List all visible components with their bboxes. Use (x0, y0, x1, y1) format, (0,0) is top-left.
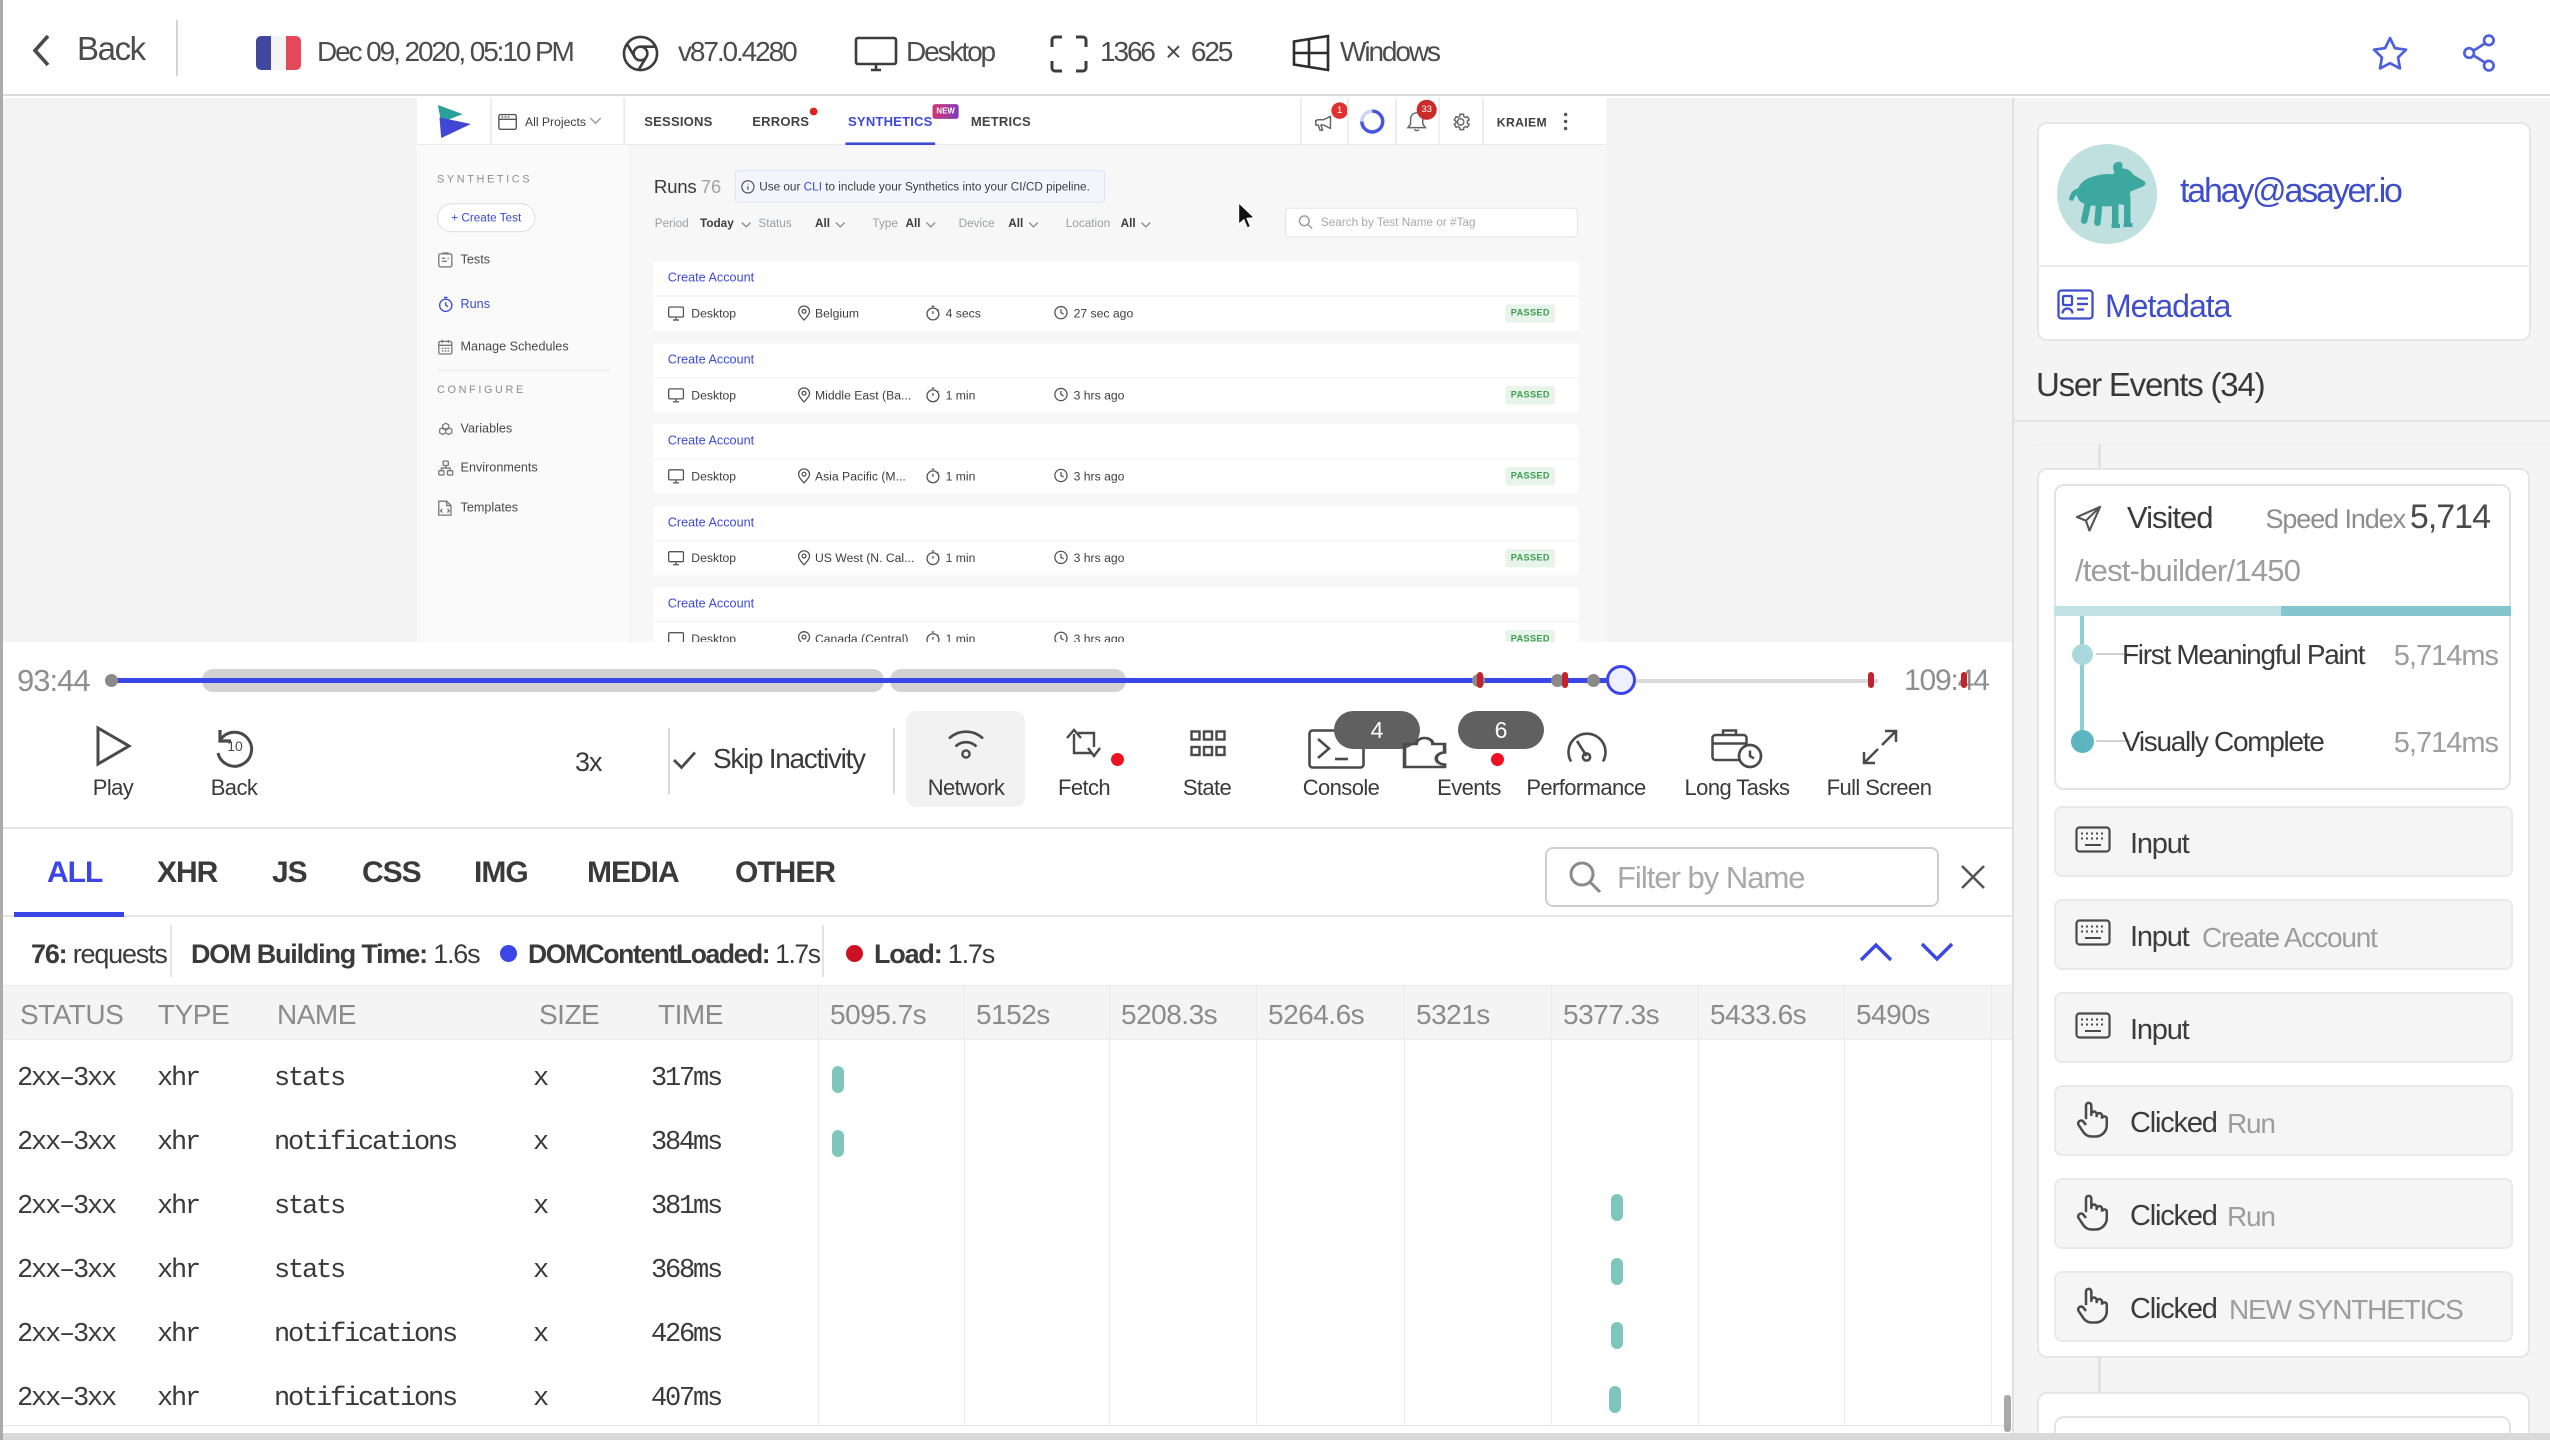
svg-text:10: 10 (227, 738, 243, 754)
